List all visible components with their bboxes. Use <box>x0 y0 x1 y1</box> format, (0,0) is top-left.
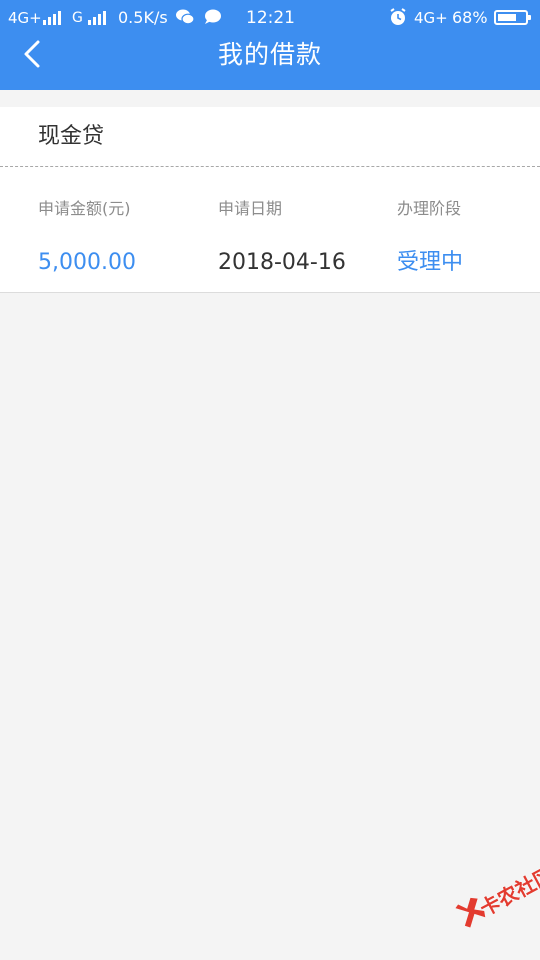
alarm-icon <box>388 8 408 26</box>
signal-strength-icon <box>43 11 65 25</box>
date-label: 申请日期 <box>218 199 283 218</box>
stage-label: 办理阶段 <box>397 199 462 218</box>
divider <box>0 166 540 167</box>
battery-level <box>498 14 516 21</box>
loan-type-title: 现金贷 <box>38 124 105 149</box>
battery-icon <box>494 10 531 25</box>
network-type-1: 4G+ <box>8 9 42 27</box>
page-title: 我的借款 <box>217 40 322 69</box>
watermark: 卡农社区 <box>436 833 540 933</box>
network-type-2: G <box>72 10 83 26</box>
amount-label: 申请金额(元) <box>38 199 131 218</box>
signal-strength-2-icon <box>88 11 110 25</box>
message-icon <box>203 8 223 26</box>
loan-card[interactable]: 现金贷 申请金额(元) 申请日期 办理阶段 5,000.00 2018-04-1… <box>0 107 540 293</box>
amount-value: 5,000.00 <box>38 250 136 275</box>
watermark-text: 卡农社区 <box>475 862 540 921</box>
wechat-icon <box>175 8 195 26</box>
stage-value: 受理中 <box>397 250 464 275</box>
network-speed: 0.5K/s <box>118 8 168 27</box>
network-type-3: 4G+ <box>414 9 448 27</box>
battery-percentage: 68% <box>452 8 488 27</box>
clock-time: 12:21 <box>246 8 295 28</box>
app-header: 4G+ G 0.5K/s 12:21 4G+ 68% 我的借款 <box>0 0 540 90</box>
date-value: 2018-04-16 <box>218 250 346 275</box>
status-bar: 4G+ G 0.5K/s 12:21 4G+ 68% <box>0 0 540 34</box>
